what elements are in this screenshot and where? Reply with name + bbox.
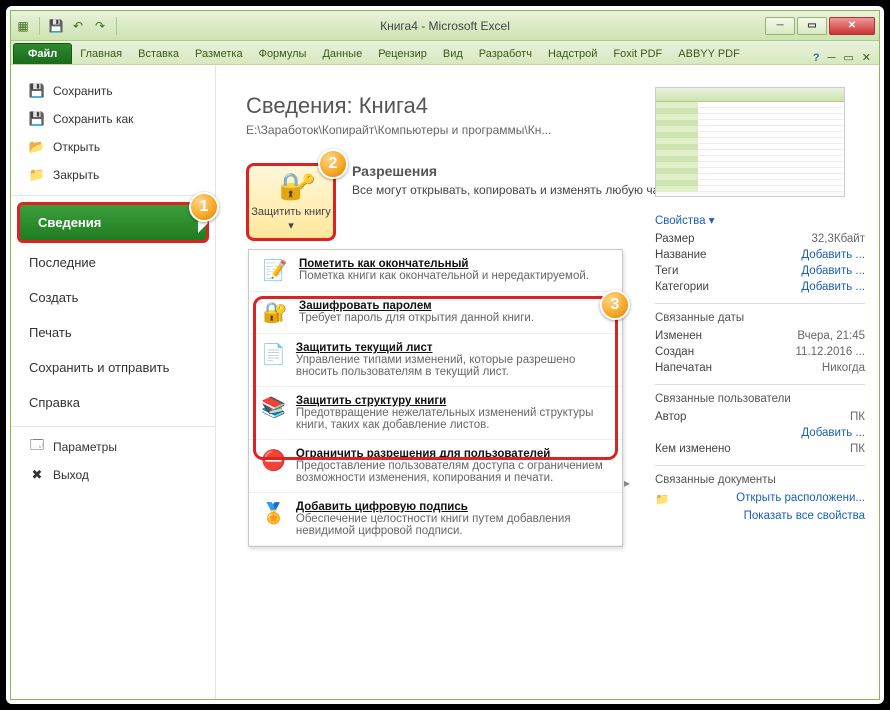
open-location-link[interactable]: 📁Открыть расположени...: [655, 490, 865, 508]
show-all-props-link[interactable]: Показать все свойства: [655, 508, 865, 524]
close-button[interactable]: ✕: [829, 17, 875, 35]
mdi-min-icon[interactable]: ─: [828, 52, 836, 64]
app-window: ▦ 💾 ↶ ↷ Книга4 - Microsoft Excel ─ ▭ ✕ Ф…: [10, 10, 880, 700]
restrict-icon: ⛔: [261, 448, 286, 484]
help-icon[interactable]: ?: [813, 52, 820, 64]
exit-icon: ✖: [29, 467, 45, 483]
save-icon[interactable]: 💾: [48, 18, 64, 34]
menu-item-restrict[interactable]: ⛔Ограничить разрешения для пользователей…: [249, 440, 622, 493]
open-icon: 📂: [29, 139, 45, 155]
maximize-button[interactable]: ▭: [797, 17, 827, 35]
protect-sheet-icon: 📄: [261, 342, 286, 378]
sidebar-item-label: Открыть: [53, 140, 100, 154]
ribbon-tabs: Файл Главная Вставка Разметка Формулы Да…: [11, 41, 879, 65]
save-icon: 💾: [29, 83, 45, 99]
prop-row[interactable]: Добавить ...: [655, 425, 865, 441]
sidebar-item-label: Сохранить и отправить: [29, 360, 169, 375]
signature-icon: 🏅: [261, 501, 286, 537]
tab-file[interactable]: Файл: [13, 43, 72, 64]
prop-row: Создан11.12.2016 ...: [655, 344, 865, 360]
annotation-badge-3: 3: [600, 290, 630, 320]
menu-item-signature[interactable]: 🏅Добавить цифровую подписьОбеспечение це…: [249, 493, 622, 546]
menu-item-mark-final[interactable]: 📝Пометить как окончательныйПометка книги…: [249, 250, 622, 292]
menu-item-protect-structure[interactable]: 📚Защитить структуру книгиПредотвращение …: [249, 387, 622, 440]
backstage-sidebar: 💾 Сохранить 💾 Сохранить как 📂 Открыть 📁 Закр…: [11, 65, 216, 699]
options-icon: 🗔: [29, 439, 45, 455]
sidebar-item-close[interactable]: 📁 Закрыть: [11, 161, 215, 189]
backstage-content: Сведения: Книга4 E:\Заработок\Копирайт\К…: [216, 65, 879, 699]
tab-foxit[interactable]: Foxit PDF: [605, 44, 670, 64]
minimize-button[interactable]: ─: [765, 17, 795, 35]
sidebar-item-save-as[interactable]: 💾 Сохранить как: [11, 105, 215, 133]
sidebar-item-options[interactable]: 🗔 Параметры: [11, 433, 215, 461]
sidebar-item-recent[interactable]: Последние: [11, 245, 215, 280]
tab-developer[interactable]: Разработч: [471, 44, 540, 64]
sidebar-item-info[interactable]: Сведения: [17, 202, 209, 243]
sidebar-item-label: Последние: [29, 255, 96, 270]
users-header: Связанные пользователи: [655, 393, 865, 405]
prop-row[interactable]: КатегорииДобавить ...: [655, 279, 865, 295]
document-thumbnail: [655, 87, 845, 197]
prop-row[interactable]: НазваниеДобавить ...: [655, 247, 865, 263]
tab-formulas[interactable]: Формулы: [251, 44, 315, 64]
prop-row: АвторПК: [655, 409, 865, 425]
submenu-arrow-icon: ▸: [624, 476, 630, 490]
prop-row: Кем измененоПК: [655, 441, 865, 457]
undo-icon[interactable]: ↶: [70, 18, 86, 34]
sidebar-item-label: Печать: [29, 325, 72, 340]
tab-review[interactable]: Рецензир: [370, 44, 435, 64]
window-title: Книга4 - Microsoft Excel: [6, 19, 884, 33]
properties-panel: Свойства ▾ Размер32,3Кбайт НазваниеДобав…: [655, 87, 865, 524]
mdi-close-icon[interactable]: ✕: [862, 51, 871, 64]
menu-item-encrypt[interactable]: 🔐Зашифровать паролемТребует пароль для о…: [249, 292, 622, 334]
tab-addins[interactable]: Надстрой: [540, 44, 605, 64]
close-doc-icon: 📁: [29, 167, 45, 183]
annotation-badge-2: 2: [318, 149, 348, 179]
sidebar-item-help[interactable]: Справка: [11, 385, 215, 420]
tab-data[interactable]: Данные: [314, 44, 370, 64]
tab-home[interactable]: Главная: [72, 44, 130, 64]
sidebar-item-label: Справка: [29, 395, 80, 410]
save-as-icon: 💾: [29, 111, 45, 127]
mdi-restore-icon[interactable]: ▭: [843, 51, 853, 64]
prop-row: ИзмененВчера, 21:45: [655, 328, 865, 344]
lock-icon: 🔒🔑: [275, 171, 307, 202]
menu-item-protect-sheet[interactable]: 📄Защитить текущий листУправление типами …: [249, 334, 622, 387]
protect-dropdown-menu: 📝Пометить как окончательныйПометка книги…: [248, 249, 623, 547]
tab-layout[interactable]: Разметка: [187, 44, 251, 64]
sidebar-item-share[interactable]: Сохранить и отправить: [11, 350, 215, 385]
sidebar-item-label: Параметры: [53, 440, 117, 454]
titlebar: ▦ 💾 ↶ ↷ Книга4 - Microsoft Excel ─ ▭ ✕: [11, 11, 879, 41]
tab-insert[interactable]: Вставка: [130, 44, 187, 64]
tab-abbyy[interactable]: ABBYY PDF: [670, 44, 748, 64]
tab-view[interactable]: Вид: [435, 44, 471, 64]
sidebar-item-label: Закрыть: [53, 168, 99, 182]
docs-header: Связанные документы: [655, 474, 865, 486]
excel-icon: ▦: [15, 18, 31, 34]
prop-row: Размер32,3Кбайт: [655, 231, 865, 247]
dates-header: Связанные даты: [655, 312, 865, 324]
sidebar-item-new[interactable]: Создать: [11, 280, 215, 315]
encrypt-icon: 🔐: [261, 300, 289, 325]
protect-structure-icon: 📚: [261, 395, 286, 431]
prop-row: НапечатанНикогда: [655, 360, 865, 376]
button-label: Защитить книгу ▾: [249, 206, 333, 232]
redo-icon[interactable]: ↷: [92, 18, 108, 34]
sidebar-item-save[interactable]: 💾 Сохранить: [11, 77, 215, 105]
sidebar-item-label: Сохранить: [53, 84, 113, 98]
sidebar-item-label: Выход: [53, 468, 89, 482]
sidebar-item-print[interactable]: Печать: [11, 315, 215, 350]
sidebar-item-exit[interactable]: ✖ Выход: [11, 461, 215, 489]
sidebar-item-open[interactable]: 📂 Открыть: [11, 133, 215, 161]
sidebar-item-label: Сведения: [38, 215, 101, 230]
prop-row[interactable]: ТегиДобавить ...: [655, 263, 865, 279]
annotation-badge-1: 1: [189, 192, 219, 222]
mark-final-icon: 📝: [261, 258, 289, 283]
sidebar-item-label: Сохранить как: [53, 112, 133, 126]
properties-header[interactable]: Свойства ▾: [655, 213, 865, 227]
sidebar-item-label: Создать: [29, 290, 78, 305]
